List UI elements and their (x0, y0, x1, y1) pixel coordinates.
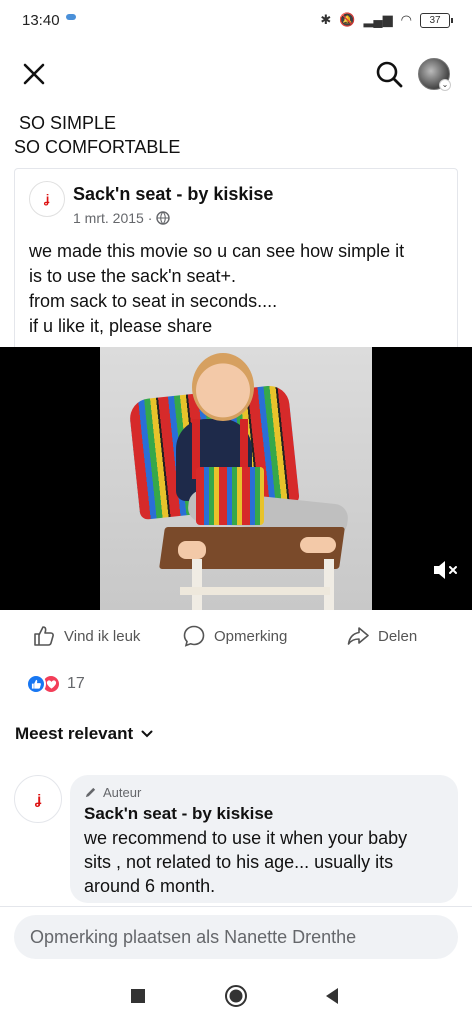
chair-leg (324, 559, 334, 610)
comment-text: we recommend to use it when your baby si… (84, 826, 444, 898)
mute-alarm-icon: 🔕 (339, 12, 356, 27)
logo-figure-icon: ʝ (43, 192, 50, 206)
comment-text-line: we recommend to use it when your baby (84, 828, 408, 848)
chair-leg (192, 559, 202, 610)
post-date[interactable]: 1 mrt. 2015 · (73, 210, 152, 226)
pencil-icon (85, 787, 96, 798)
profile-avatar-button[interactable]: ⌄ (418, 58, 451, 91)
signal-icon: ▂▄▆ (363, 12, 393, 27)
bluetooth-icon: ✱ (320, 12, 332, 27)
search-icon[interactable] (374, 59, 404, 89)
like-reaction-icon (26, 674, 46, 694)
close-icon[interactable] (20, 60, 48, 88)
home-button[interactable] (222, 982, 250, 1010)
shared-post-line-2: SO COMFORTABLE (14, 137, 181, 157)
sort-label: Meest relevant (15, 724, 134, 743)
like-label: Vind ik leuk (64, 627, 141, 645)
comment-author[interactable]: Sack'n seat - by kiskise (84, 804, 444, 824)
comment-text-line: sits , not related to his age... usually… (84, 852, 394, 872)
status-icons: ✱ 🔕 ▂▄▆ ◠ 37 (320, 12, 453, 28)
comment-input[interactable] (14, 915, 458, 959)
share-icon (347, 627, 369, 645)
post-body: we made this movie so u can see how simp… (29, 239, 404, 339)
video-frame (100, 347, 372, 610)
comment-label: Opmerking (214, 627, 288, 645)
status-bar: 13:40 ✱ 🔕 ▂▄▆ ◠ 37 (0, 0, 472, 40)
page-name[interactable]: Sack'n seat - by kiskise (73, 184, 273, 205)
post-actions: Vind ik leuk Opmerking Delen (0, 618, 472, 656)
sack-seat-front (196, 467, 264, 525)
globe-icon (156, 211, 171, 225)
post-meta: 1 mrt. 2015 · (73, 210, 171, 226)
chevron-down-icon: ⌄ (439, 79, 451, 91)
post-body-line: we made this movie so u can see how simp… (29, 241, 405, 261)
system-nav-bar (0, 968, 472, 1024)
top-bar: ⌄ (0, 54, 472, 94)
share-button[interactable]: Delen (346, 624, 417, 648)
like-icon (34, 626, 54, 646)
author-badge: Auteur (84, 785, 444, 800)
home-circle-icon (225, 985, 247, 1007)
notification-dot (65, 14, 76, 20)
reaction-count: 17 (67, 675, 85, 692)
author-badge-label: Auteur (103, 785, 142, 800)
like-button[interactable]: Vind ik leuk (32, 624, 140, 648)
post-body-line: is to use the sack'n seat+. (29, 266, 237, 286)
comment-avatar[interactable]: ʝ (14, 775, 62, 823)
chair-rail (180, 587, 330, 595)
shared-post-text: SO SIMPLE SO COMFORTABLE (14, 111, 180, 159)
comment-icon (183, 625, 205, 647)
status-time: 13:40 (22, 11, 60, 29)
comments-sort-dropdown[interactable]: Meest relevant (15, 724, 153, 744)
child-foot-left (178, 541, 206, 559)
comment-bubble: Auteur Sack'n seat - by kiskise we recom… (70, 775, 458, 903)
back-triangle-icon (326, 988, 338, 1004)
post-body-line: from sack to seat in seconds.... (29, 291, 278, 311)
comment-text-line: around 6 month. (84, 876, 216, 896)
page-avatar[interactable]: ʝ (29, 181, 65, 217)
child-head (192, 353, 254, 421)
original-post-card: ʝ Sack'n seat - by kiskise 1 mrt. 2015 ·… (14, 168, 458, 348)
comment-composer (0, 906, 472, 968)
wifi-icon: ◠ (400, 12, 412, 27)
back-button[interactable] (318, 982, 346, 1010)
comment-button[interactable]: Opmerking (182, 624, 287, 648)
video-player[interactable] (0, 347, 472, 610)
post-body-line: if u like it, please share (29, 316, 213, 336)
mute-icon[interactable] (432, 558, 460, 582)
reactions-summary[interactable]: 17 (26, 674, 85, 694)
share-label: Delen (378, 627, 418, 645)
shared-post-line-1: SO SIMPLE (19, 113, 117, 133)
square-icon (131, 989, 145, 1003)
chevron-down-icon (141, 730, 153, 738)
recents-button[interactable] (124, 982, 152, 1010)
battery-indicator: 37 (420, 12, 453, 28)
child-foot-right (300, 537, 336, 553)
logo-figure-icon: ʝ (34, 791, 42, 807)
